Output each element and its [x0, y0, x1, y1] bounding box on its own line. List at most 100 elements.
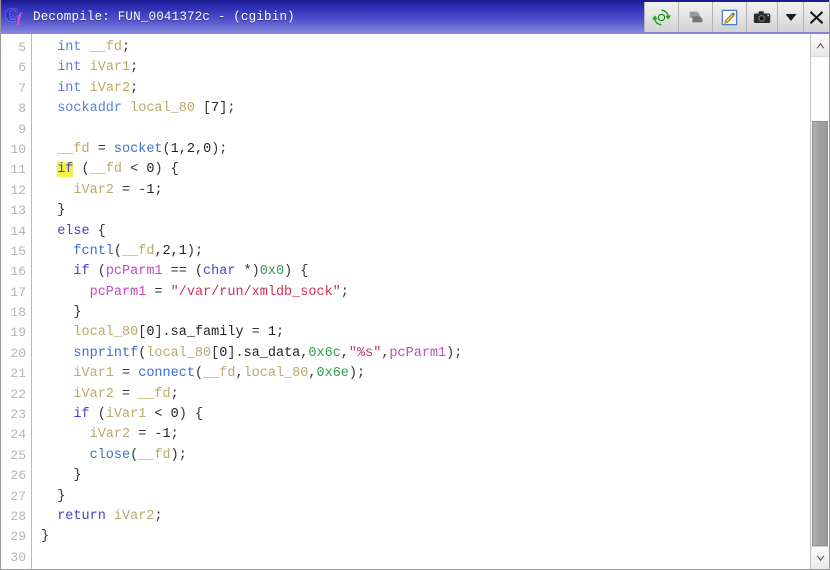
code-line[interactable]: } — [41, 487, 810, 507]
code-line[interactable]: sockaddr local_80 [7]; — [41, 99, 810, 119]
code-token-punc: = - — [113, 182, 147, 198]
code-line[interactable]: } — [41, 466, 810, 486]
code-line[interactable]: int iVar2; — [41, 79, 810, 99]
code-token-punc: , — [340, 345, 349, 361]
code-viewport[interactable]: 5 6 7 8 9 10 11 12 13 14 15 16 17 18 19 20 21 22 23 24 25 26 2… — [1, 34, 810, 569]
titlebar-left: C f Decompile: FUN_0041372c - (cgibin) — [1, 5, 644, 28]
chevron-down-icon — [816, 555, 824, 561]
code-line[interactable]: iVar2 = -1; — [41, 425, 810, 445]
code-token-type: int — [57, 80, 82, 96]
line-number: 30 — [10, 549, 26, 565]
code-token-var: local_80 — [130, 101, 195, 117]
code-line[interactable]: pcParm1 = "/var/run/xmldb_sock"; — [41, 283, 810, 303]
line-number: 9 — [18, 121, 26, 137]
code-token-kw-hl: if — [57, 162, 74, 178]
code-token-punc: = — [113, 386, 139, 402]
code-line[interactable]: if (__fd < 0) { — [41, 160, 810, 180]
more-options-button[interactable] — [777, 2, 803, 32]
code-token-punc: ( — [73, 162, 90, 178]
code-token-punc: ; — [130, 80, 139, 96]
titlebar-toolbar — [644, 0, 829, 34]
code-token-punc: = — [146, 284, 171, 300]
decompiled-code[interactable]: int __fd; int iVar1; int iVar2; sockaddr… — [32, 34, 810, 569]
vertical-scrollbar[interactable] — [810, 34, 829, 569]
line-number: 6 — [18, 60, 26, 76]
line-number: 15 — [10, 243, 26, 259]
code-line[interactable]: fcntl(__fd,2,1); — [41, 242, 810, 262]
line-number: 19 — [10, 325, 26, 341]
code-token-num: 0x6e — [316, 366, 349, 382]
code-token-kw: char — [203, 264, 236, 280]
copy-button[interactable] — [678, 2, 712, 32]
window-title: Decompile: FUN_0041372c - (cgibin) — [33, 10, 295, 24]
code-token-punc: ; — [170, 427, 179, 443]
code-token-punc: , — [154, 243, 163, 259]
code-line[interactable]: } — [41, 303, 810, 323]
code-line[interactable]: } — [41, 201, 810, 221]
code-token-punc: ) { — [284, 264, 309, 280]
code-token-fn: socket — [113, 141, 163, 157]
scroll-down-button[interactable] — [811, 546, 829, 569]
code-token-punc: } — [41, 203, 66, 219]
code-line[interactable]: close(__fd); — [41, 446, 810, 466]
code-line[interactable]: iVar1 = connect(__fd,local_80,0x6e); — [41, 364, 810, 384]
code-line[interactable]: snprintf(local_80[0].sa_data,0x6c,"%s",p… — [41, 344, 810, 364]
scroll-thumb[interactable] — [812, 120, 828, 546]
code-token-var: iVar1 — [105, 407, 147, 423]
scroll-track[interactable] — [811, 57, 829, 546]
close-button[interactable] — [803, 2, 829, 32]
code-line[interactable] — [41, 548, 810, 568]
code-line[interactable]: if (iVar1 < 0) { — [41, 405, 810, 425]
code-token-punc: ); — [348, 366, 366, 382]
snapshot-button[interactable] — [746, 2, 777, 32]
code-token-plain: sa_data — [243, 345, 301, 361]
code-line[interactable]: iVar2 = __fd; — [41, 385, 810, 405]
code-line[interactable]: if (pcParm1 == (char *)0x0) { — [41, 262, 810, 282]
code-token-punc: < — [146, 407, 171, 423]
code-token-punc: < — [122, 162, 147, 178]
code-token-plain: 1 — [162, 427, 171, 443]
code-line[interactable]: } — [41, 527, 810, 547]
code-line[interactable]: int iVar1; — [41, 58, 810, 78]
line-number: 24 — [10, 427, 26, 443]
code-token-punc: ); — [211, 141, 228, 157]
code-token-var: iVar1 — [89, 60, 131, 76]
code-line[interactable]: local_80[0].sa_family = 1; — [41, 323, 810, 343]
code-token-punc: ]. — [154, 325, 171, 341]
chevron-up-icon — [816, 42, 824, 48]
code-line[interactable]: int __fd; — [41, 38, 810, 58]
code-token-str: "%s" — [348, 345, 382, 361]
code-token-var: local_80 — [243, 366, 309, 382]
scroll-up-button[interactable] — [811, 34, 829, 57]
edit-button[interactable] — [712, 2, 746, 32]
code-line[interactable]: __fd = socket(1,2,0); — [41, 140, 810, 160]
code-token-punc: ) { — [178, 407, 204, 423]
code-token-param: pcParm1 — [105, 264, 163, 280]
code-token-punc: = — [243, 325, 268, 341]
code-token-str: "/var/run/xmldb_sock" — [170, 284, 341, 300]
code-line[interactable]: return iVar2; — [41, 507, 810, 527]
code-token-fn: fcntl — [73, 243, 114, 259]
line-number: 18 — [10, 305, 26, 321]
code-token-fn: close — [89, 447, 131, 463]
window-titlebar[interactable]: C f Decompile: FUN_0041372c - (cgibin) — [1, 0, 829, 34]
edit-icon — [721, 9, 738, 25]
code-token-punc: ; — [275, 325, 285, 341]
line-number: 28 — [10, 508, 26, 524]
refresh-button[interactable] — [644, 2, 678, 32]
decompiler-window: C f Decompile: FUN_0041372c - (cgibin) 5… — [0, 0, 830, 570]
code-line[interactable] — [41, 120, 810, 140]
code-token-punc: , — [178, 141, 187, 157]
code-token-punc: } — [41, 305, 82, 321]
code-token-punc: ; — [130, 60, 139, 76]
code-token-plain: 0 — [203, 141, 212, 157]
line-number: 22 — [10, 386, 26, 402]
code-line[interactable]: iVar2 = -1; — [41, 181, 810, 201]
code-line[interactable]: else { — [41, 222, 810, 242]
